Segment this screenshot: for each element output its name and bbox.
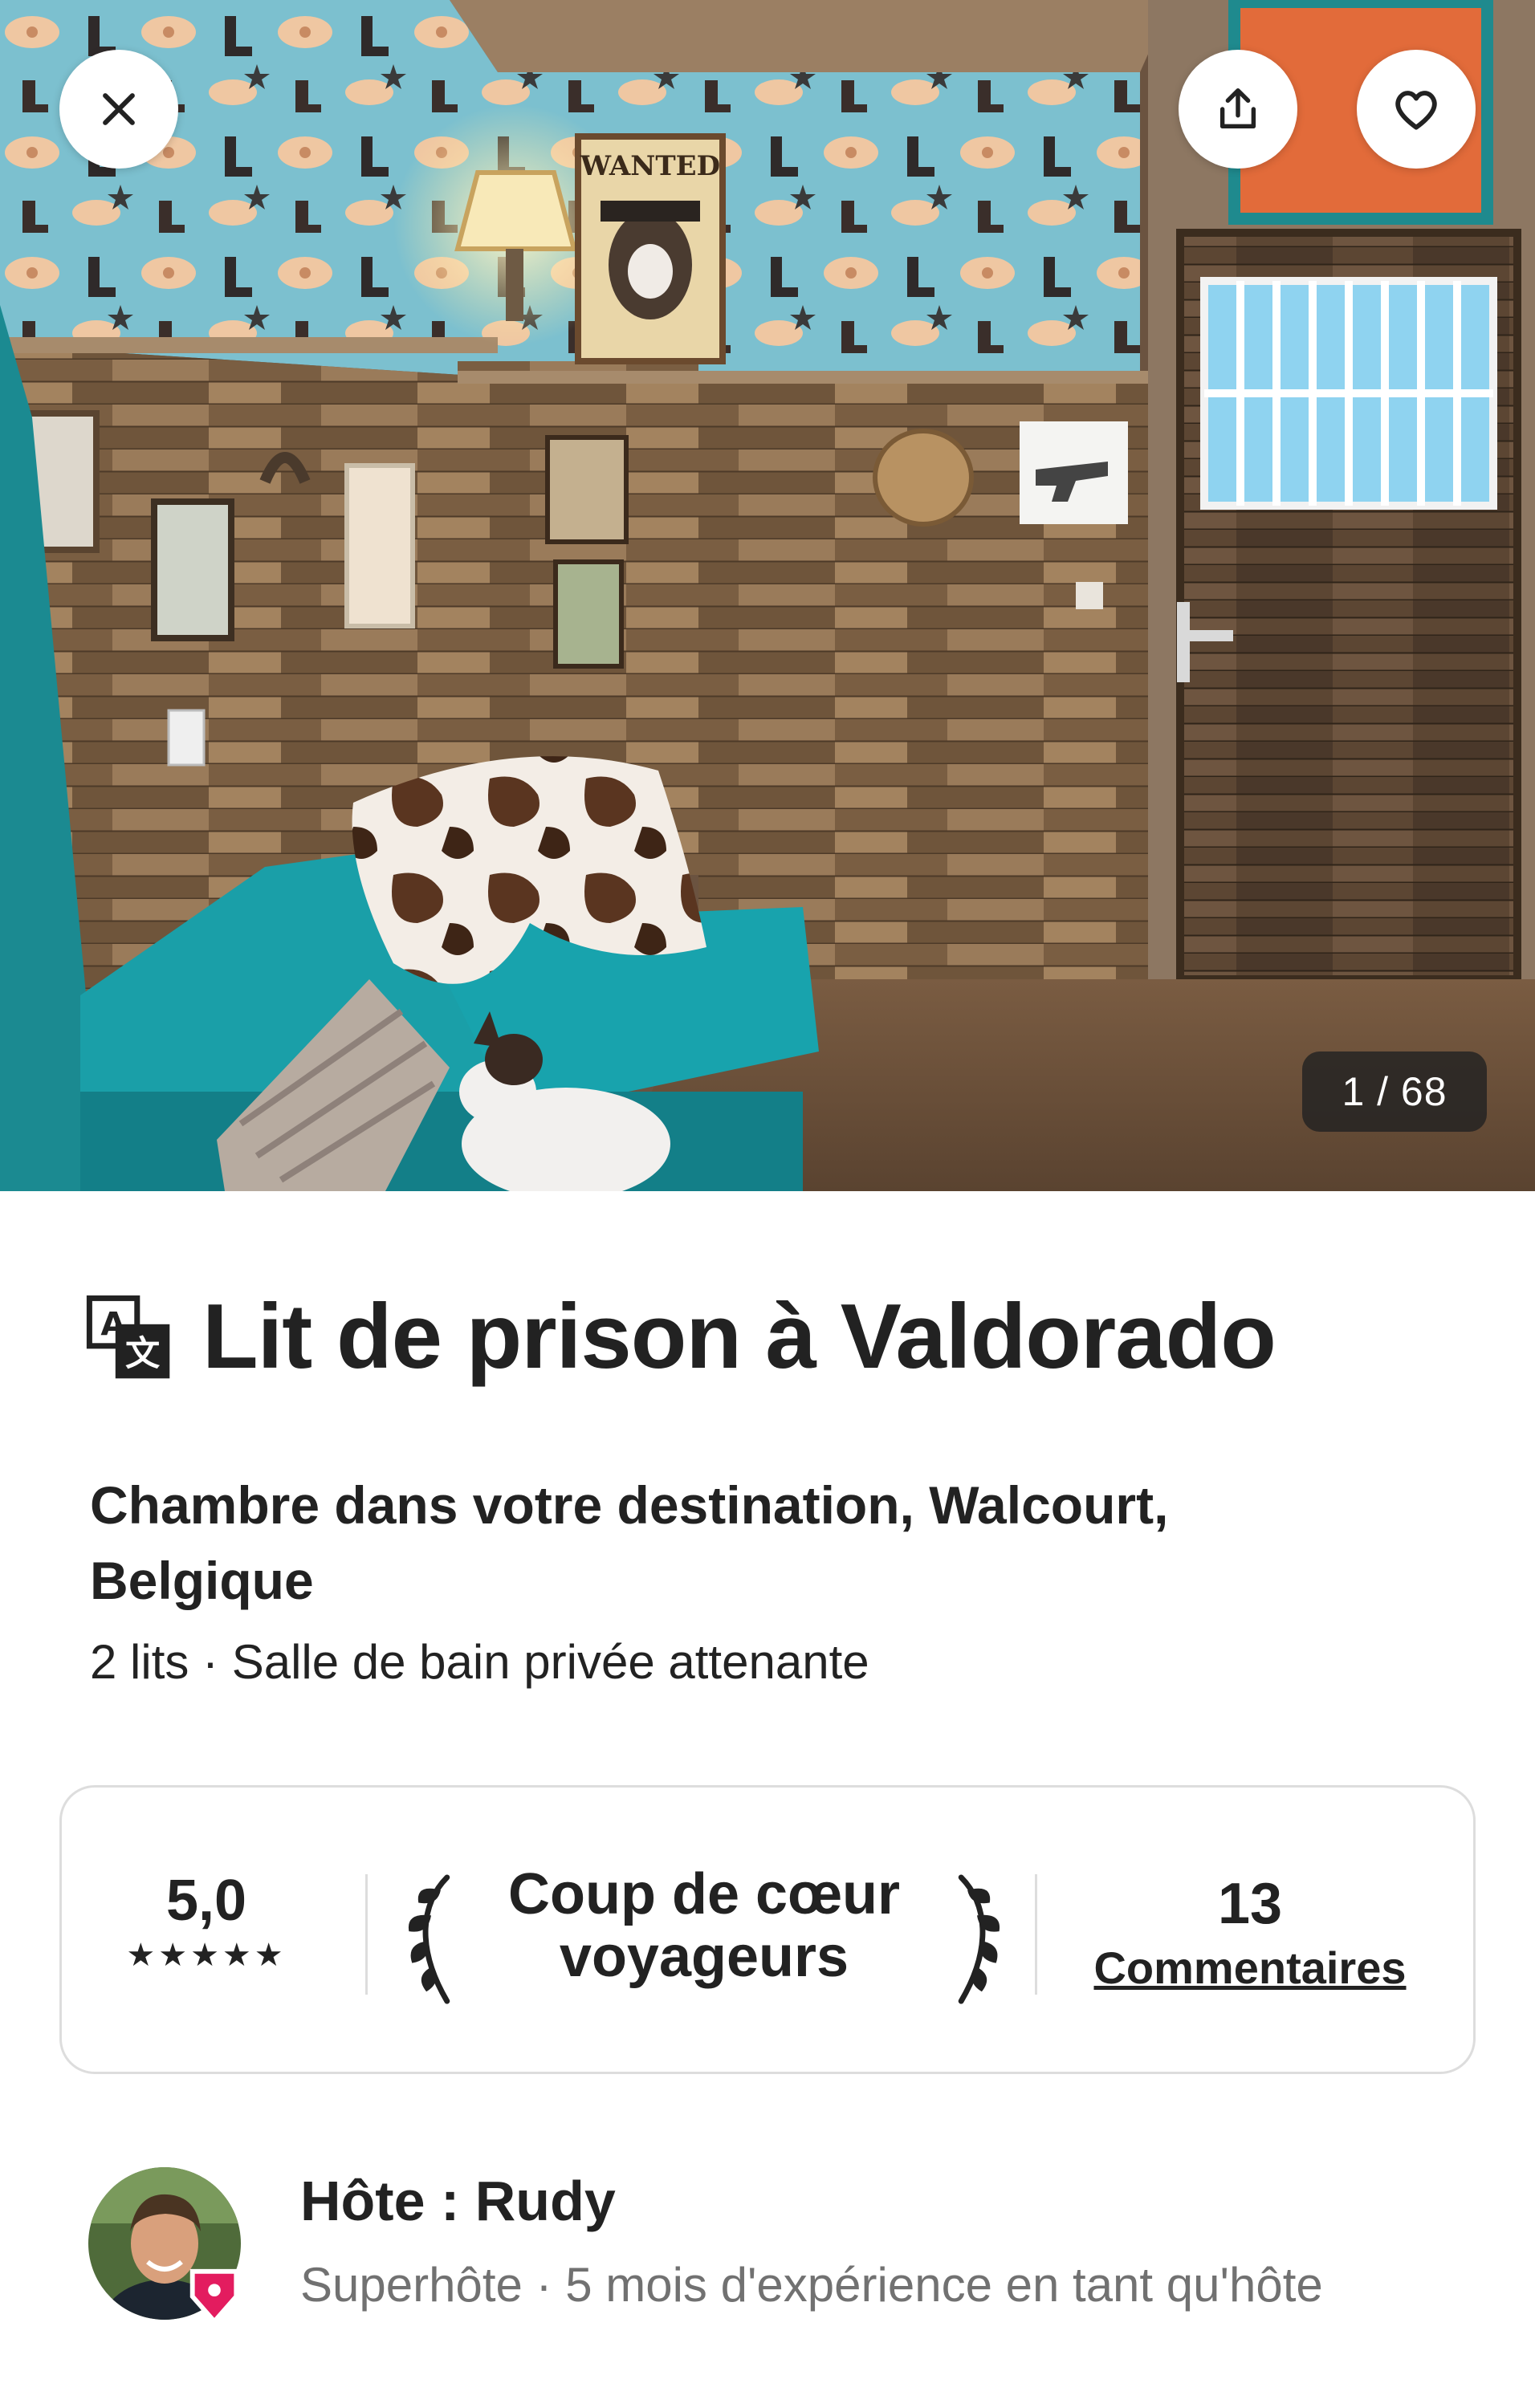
star-rating: ★★★★★ [126, 1938, 287, 1973]
share-button[interactable] [1179, 50, 1297, 169]
divider [1035, 1874, 1037, 1995]
reviews-summary[interactable]: 13 Commentaires [1057, 1871, 1443, 1994]
share-icon [1219, 88, 1256, 129]
listing-subtitle: Chambre dans votre destination, Walcourt… [90, 1475, 1169, 1610]
photo-counter: 1 / 68 [1302, 1051, 1487, 1132]
save-to-wishlist-button[interactable] [1357, 50, 1476, 169]
rating-card[interactable]: 5,0 ★★★★★ Coup de cœur voyageurs 13 Comm… [59, 1785, 1476, 2074]
reviews-link[interactable]: Commentaires [1093, 1942, 1406, 1994]
listing-title: Lit de prison à Valdorado [202, 1286, 1276, 1388]
heart-icon [1395, 91, 1437, 130]
listing-page: WANTED 1 / 68 A 文 Lit de prison à Valdor… [0, 0, 1535, 2408]
title-row: A 文 Lit de prison à Valdorado [85, 1284, 1276, 1389]
divider [365, 1874, 368, 1995]
svg-text:文: 文 [125, 1334, 161, 1374]
room-photo-illustration: WANTED [0, 0, 1535, 1191]
rating-summary: 5,0 ★★★★★ [110, 1868, 303, 1974]
laurel-right-icon [958, 1874, 1000, 2004]
close-icon [103, 93, 135, 125]
rating-value: 5,0 [165, 1869, 247, 1933]
guest-favorite-label: Coup de cœur voyageurs [508, 1862, 900, 1989]
host-avatar[interactable] [88, 2167, 241, 2325]
wanted-poster-text: WANTED [580, 150, 720, 182]
host-name: Hôte : Rudy [300, 2170, 616, 2232]
reviews-count: 13 [1217, 1872, 1283, 1936]
guest-favorite-badge: Coup de cœur voyageurs [399, 1863, 1009, 2015]
superhost-badge-icon [189, 2268, 239, 2325]
laurel-left-icon [408, 1874, 450, 2004]
close-button[interactable] [59, 50, 178, 169]
host-meta: Superhôte · 5 mois d'expérience en tant … [300, 2258, 1323, 2312]
listing-details: 2 lits · Salle de bain privée attenante [90, 1635, 869, 1689]
listing-photo[interactable]: WANTED 1 / 68 [0, 0, 1535, 1191]
translate-icon[interactable]: A 文 [85, 1294, 172, 1381]
